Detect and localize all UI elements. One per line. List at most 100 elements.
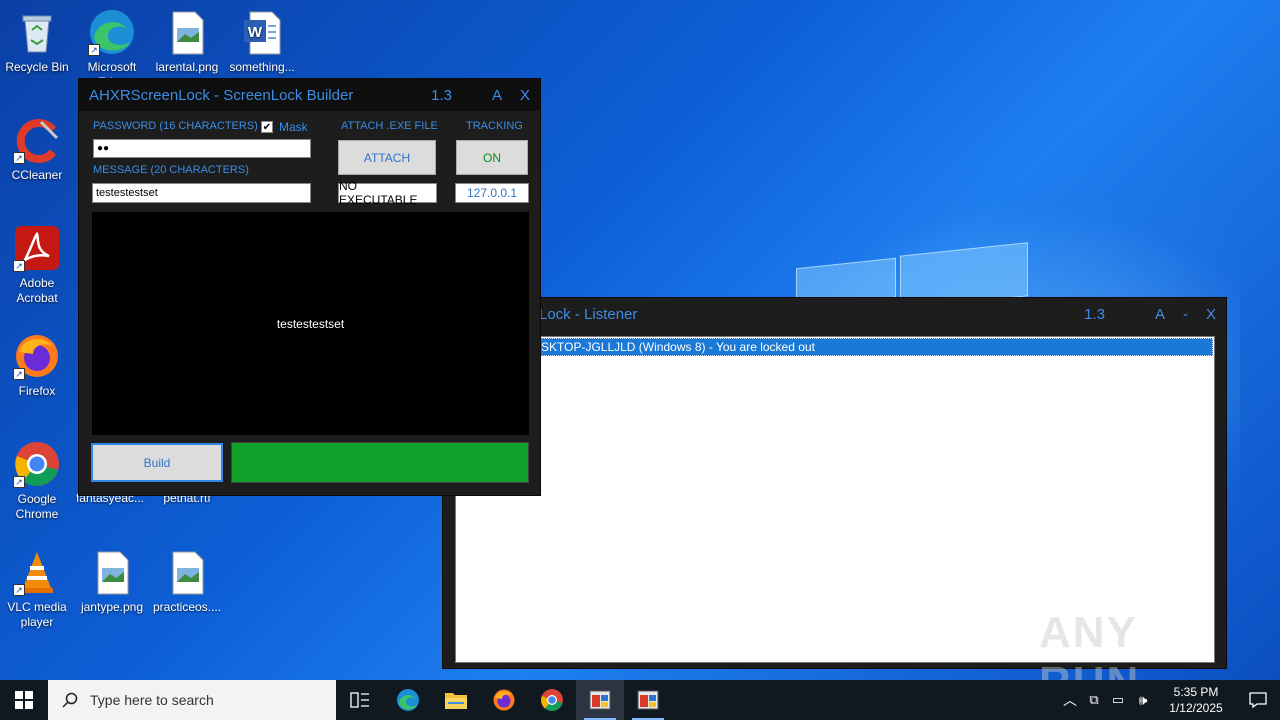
- windows-start-icon: [15, 691, 33, 709]
- search-icon: [62, 692, 78, 708]
- icon-label: something...: [229, 60, 295, 74]
- preview-message: testestestset: [276, 316, 345, 331]
- checkbox-checked-icon[interactable]: ✔: [261, 121, 273, 133]
- windows-logo-wallpaper: [796, 242, 1028, 310]
- password-label: PASSWORD (16 CHARACTERS): [93, 120, 258, 132]
- volume-icon[interactable]: 🕪: [1130, 692, 1156, 709]
- taskbar: Type here to search ︿ ⧉ ▭ 🕪 5:35 PM 1/12…: [0, 680, 1280, 720]
- mask-label: Mask: [279, 120, 308, 134]
- builder-window: AHXRScreenLock - ScreenLock Builder 1.3 …: [78, 78, 541, 496]
- app-window-icon: [589, 690, 611, 710]
- listener-minimize-button[interactable]: -: [1183, 306, 1188, 323]
- start-button[interactable]: [0, 680, 48, 720]
- edge-icon: ↗: [88, 8, 136, 56]
- acrobat-icon: ↗: [13, 224, 61, 272]
- listener-version: 1.3: [1084, 305, 1105, 323]
- tracking-label: TRACKING: [466, 120, 523, 132]
- listener-close-button[interactable]: X: [1206, 306, 1216, 323]
- lock-preview-panel: testestestset: [92, 212, 529, 435]
- desktop-icon-jantype[interactable]: jantype.png: [75, 548, 149, 615]
- task-view-icon: [350, 692, 369, 708]
- desktop-icon-recycle-bin[interactable]: Recycle Bin: [0, 8, 74, 75]
- shortcut-arrow-icon: ↗: [13, 368, 25, 380]
- build-progress-bar: [231, 442, 529, 483]
- attach-status-field: NO EXECUTABLE: [338, 179, 437, 207]
- vlc-icon: ↗: [13, 548, 61, 596]
- builder-version: 1.3: [431, 86, 452, 104]
- folder-icon: [445, 693, 467, 709]
- system-tray: ︿ ⧉ ▭ 🕪 5:35 PM 1/12/2025: [1058, 680, 1280, 720]
- app-window-icon: [637, 690, 659, 710]
- search-placeholder: Type here to search: [90, 692, 214, 708]
- edge-icon: [397, 689, 419, 711]
- listener-window: Lock - Listener 1.3 A - X SKTOP-JGLLJLD …: [442, 297, 1227, 707]
- taskbar-screenlock-builder[interactable]: [576, 680, 624, 720]
- shortcut-arrow-icon: ↗: [88, 44, 100, 56]
- icon-label: larental.png: [155, 60, 219, 74]
- taskbar-firefox[interactable]: [480, 680, 528, 720]
- word-document-icon: W: [238, 8, 286, 56]
- attach-button[interactable]: ATTACH: [338, 140, 436, 175]
- icon-label: Firefox: [18, 384, 56, 398]
- builder-a-button[interactable]: A: [492, 87, 502, 104]
- build-button[interactable]: Build: [91, 443, 223, 482]
- action-center-button[interactable]: [1236, 680, 1280, 720]
- desktop-icon-vlc[interactable]: ↗ VLC media player: [0, 548, 74, 630]
- listener-titlebar[interactable]: Lock - Listener 1.3 A - X: [443, 298, 1226, 330]
- ethernet-icon[interactable]: ▭: [1106, 692, 1130, 708]
- firefox-icon: ↗: [13, 332, 61, 380]
- icon-label: jantype.png: [80, 600, 144, 614]
- taskbar-edge[interactable]: [384, 680, 432, 720]
- mask-checkbox[interactable]: ✔ Mask: [261, 120, 308, 134]
- task-view-button[interactable]: [336, 680, 384, 720]
- clock-date: 1/12/2025: [1169, 701, 1223, 715]
- clock-time: 5:35 PM: [1173, 685, 1219, 699]
- notification-icon: [1249, 692, 1267, 708]
- tracking-toggle-button[interactable]: ON: [456, 140, 528, 175]
- desktop-icon-something[interactable]: W something...: [225, 8, 299, 75]
- shortcut-arrow-icon: ↗: [13, 152, 25, 164]
- taskbar-chrome[interactable]: [528, 680, 576, 720]
- image-file-icon: [163, 8, 211, 56]
- icon-label: VLC media player: [7, 600, 67, 629]
- icon-label: practiceos....: [152, 600, 222, 614]
- shortcut-arrow-icon: ↗: [13, 260, 25, 272]
- icon-label: Google Chrome: [15, 492, 59, 521]
- firefox-icon: [493, 689, 515, 711]
- shortcut-arrow-icon: ↗: [13, 584, 25, 596]
- taskbar-file-explorer[interactable]: [432, 680, 480, 720]
- icon-label: CCleaner: [11, 168, 63, 182]
- chrome-icon: [541, 689, 563, 711]
- builder-titlebar[interactable]: AHXRScreenLock - ScreenLock Builder 1.3 …: [79, 79, 540, 111]
- desktop-icon-ccleaner[interactable]: ↗ CCleaner: [0, 116, 74, 183]
- desktop-icon-larental[interactable]: larental.png: [150, 8, 224, 75]
- network-status-icon[interactable]: ⧉: [1082, 692, 1106, 708]
- icon-label: Adobe Acrobat: [16, 276, 58, 305]
- listener-a-button[interactable]: A: [1155, 306, 1165, 323]
- image-file-icon: [163, 548, 211, 596]
- listener-list-item[interactable]: SKTOP-JGLLJLD (Windows 8) - You are lock…: [457, 338, 1213, 356]
- desktop-icon-adobe-acrobat[interactable]: ↗ Adobe Acrobat: [0, 224, 74, 306]
- image-file-icon: [88, 548, 136, 596]
- desktop-icon-firefox[interactable]: ↗ Firefox: [0, 332, 74, 399]
- recycle-bin-icon: [13, 8, 61, 56]
- taskbar-search-box[interactable]: Type here to search: [48, 680, 336, 720]
- message-label: MESSAGE (20 CHARACTERS): [93, 164, 249, 176]
- icon-label: Recycle Bin: [5, 60, 69, 74]
- taskbar-screenlock-listener[interactable]: [624, 680, 672, 720]
- tracking-ip-field[interactable]: 127.0.0.1: [455, 183, 529, 203]
- ccleaner-icon: ↗: [13, 116, 61, 164]
- builder-close-button[interactable]: X: [520, 87, 530, 104]
- build-progress-fill: [232, 443, 528, 482]
- listener-title: Lock - Listener: [539, 305, 638, 323]
- clock[interactable]: 5:35 PM 1/12/2025: [1156, 684, 1236, 716]
- svg-text:W: W: [248, 24, 263, 41]
- desktop-icon-google-chrome[interactable]: ↗ Google Chrome: [0, 440, 74, 522]
- message-field[interactable]: testestestset: [92, 183, 311, 203]
- chevron-up-icon[interactable]: ︿: [1058, 690, 1082, 710]
- desktop-icon-practiceos[interactable]: practiceos....: [150, 548, 224, 615]
- chrome-icon: ↗: [13, 440, 61, 488]
- shortcut-arrow-icon: ↗: [13, 476, 25, 488]
- password-field[interactable]: ●●: [93, 139, 311, 158]
- builder-title: AHXRScreenLock - ScreenLock Builder: [89, 86, 354, 104]
